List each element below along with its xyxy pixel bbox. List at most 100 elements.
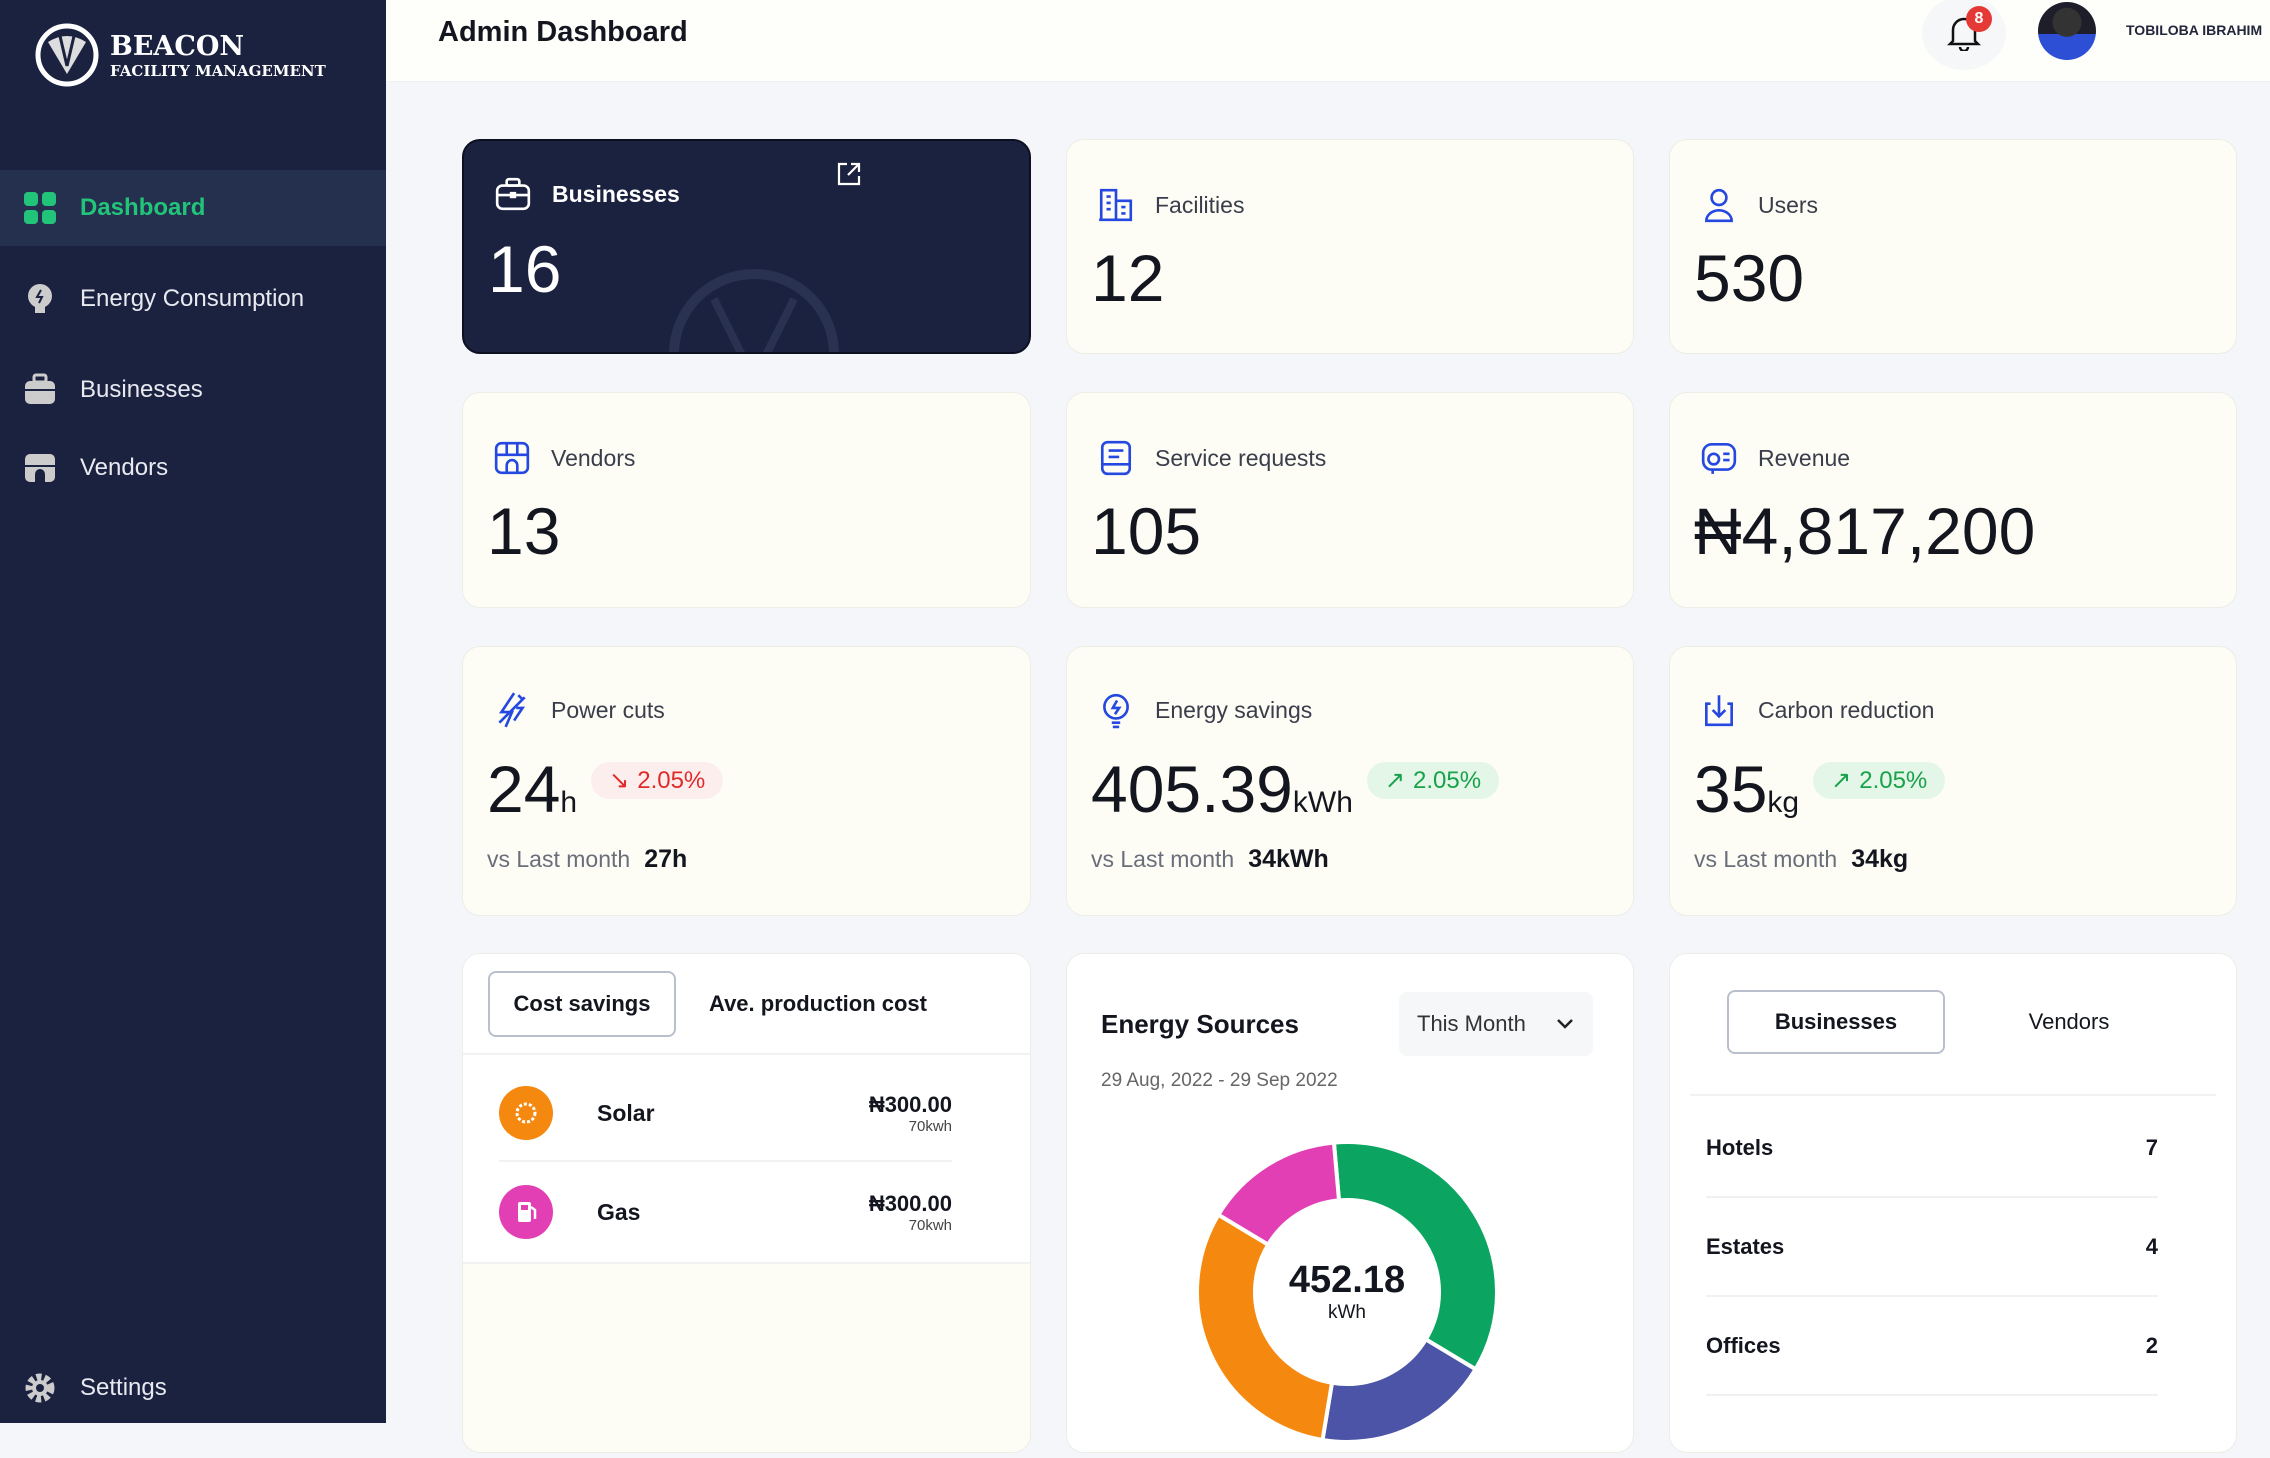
building-icon — [1099, 188, 1133, 222]
metric-number: 35 — [1694, 752, 1768, 826]
metric-value: 24h ↘ 2.05% — [487, 751, 724, 827]
metric-label: Energy savings — [1097, 691, 1312, 729]
metric-label: Carbon reduction — [1700, 691, 1934, 729]
comparison-value: 34kg — [1851, 845, 1909, 873]
avatar[interactable] — [2038, 2, 2096, 60]
energy-sources-panel: Energy Sources This Month 29 Aug, 2022 -… — [1066, 953, 1634, 1453]
category-count: 4 — [2145, 1234, 2158, 1259]
external-link-icon[interactable] — [834, 159, 864, 189]
chevron-down-icon — [1557, 1019, 1573, 1029]
notifications-button[interactable]: 8 — [1922, 0, 2006, 70]
service-request-icon — [1100, 440, 1132, 476]
stat-card-users[interactable]: Users 530 — [1669, 139, 2237, 354]
revenue-icon — [1701, 442, 1737, 474]
sidebar-item-energy-consumption[interactable]: Energy Consumption — [0, 261, 386, 337]
comparison-label: vs Last month — [1091, 846, 1235, 872]
stat-label-text: Users — [1758, 191, 1819, 218]
metric-label-text: Carbon reduction — [1758, 696, 1935, 723]
sidebar-item-label: Businesses — [80, 376, 203, 403]
stat-label: Vendors — [493, 439, 635, 477]
list-item-offices[interactable]: Offices 2 — [1706, 1298, 2158, 1396]
stat-label-text: Revenue — [1758, 444, 1851, 471]
briefcase-icon — [495, 177, 531, 211]
sidebar-item-dashboard[interactable]: Dashboard — [0, 170, 386, 246]
metric-unit: h — [560, 786, 578, 819]
list-item-gas: Gas ₦300.00 70kwh — [499, 1164, 952, 1260]
list-item-hotels[interactable]: Hotels 7 — [1706, 1100, 2158, 1198]
store-icon — [494, 441, 530, 475]
metric-card-carbon-reduction: Carbon reduction 35kg ↗ 2.05% vs Last mont… — [1669, 646, 2237, 916]
gear-icon — [25, 1373, 55, 1403]
bulb-icon — [1103, 693, 1129, 729]
brand-subtitle: FACILITY MANAGEMENT — [110, 61, 326, 80]
stat-value: 16 — [488, 232, 562, 306]
source-name: Solar — [597, 1099, 655, 1126]
sidebar-item-label: Dashboard — [80, 194, 206, 221]
change-value: 2.05% — [1859, 766, 1928, 794]
stat-value: 105 — [1091, 494, 1202, 568]
notification-count-badge: 8 — [1966, 6, 1992, 32]
metric-value: 35kg ↗ 2.05% — [1694, 751, 1946, 827]
sidebar-item-businesses[interactable]: Businesses — [0, 352, 386, 428]
stat-label: Users — [1700, 186, 1818, 224]
metric-number: 405.39 — [1091, 752, 1293, 826]
source-kwh: 70kwh — [908, 1216, 952, 1234]
top-header: Admin Dashboard 8 TOBILOBA IBRAHIM — [386, 0, 2270, 82]
power-cut-icon — [498, 692, 526, 728]
category-count: 7 — [2145, 1135, 2158, 1160]
comparison: vs Last month 34kWh — [1091, 845, 1329, 874]
change-value: 2.05% — [637, 766, 706, 794]
list-item-estates[interactable]: Estates 4 — [1706, 1199, 2158, 1297]
page-title: Admin Dashboard — [438, 16, 688, 48]
sidebar-item-label: Vendors — [80, 454, 169, 481]
stat-label: Revenue — [1700, 439, 1850, 477]
briefcase-icon — [25, 373, 55, 404]
comparison-label: vs Last month — [1694, 846, 1838, 872]
beacon-logo-icon — [35, 23, 99, 87]
sidebar-item-settings[interactable]: Settings — [0, 1350, 386, 1426]
grid-icon — [24, 192, 56, 224]
source-kwh: 70kwh — [908, 1117, 952, 1135]
comparison-value: 34kWh — [1248, 845, 1329, 873]
stat-value: 12 — [1091, 241, 1165, 315]
list-item-solar: Solar ₦300.00 70kwh — [499, 1066, 952, 1162]
gas-pump-icon — [499, 1185, 553, 1239]
donut-slice-2 — [1195, 1211, 1335, 1443]
tab-ave-production-cost[interactable]: Ave. production cost — [698, 971, 938, 1037]
change-badge: ↘ 2.05% — [591, 762, 724, 800]
tab-cost-savings[interactable]: Cost savings — [488, 971, 676, 1037]
stat-card-facilities[interactable]: Facilities 12 — [1066, 139, 1634, 354]
donut-slice-0 — [1331, 1140, 1499, 1373]
period-select[interactable]: This Month — [1399, 992, 1593, 1056]
user-name[interactable]: TOBILOBA IBRAHIM — [2126, 22, 2262, 38]
period-value: This Month — [1417, 1011, 1526, 1036]
comparison-label: vs Last month — [487, 846, 631, 872]
category-count: 2 — [2145, 1333, 2158, 1358]
metric-label-text: Power cuts — [551, 696, 665, 723]
metric-card-energy-savings: Energy savings 405.39kWh ↗ 2.05% vs Last m… — [1066, 646, 1634, 916]
stat-label: Businesses — [494, 175, 680, 213]
download-icon — [1705, 695, 1733, 727]
stat-label-text: Service requests — [1155, 444, 1327, 471]
stat-card-vendors[interactable]: Vendors 13 — [462, 392, 1031, 608]
comparison: vs Last month 34kg — [1694, 845, 1908, 874]
stat-label-text: Vendors — [551, 444, 636, 471]
change-badge: ↗ 2.05% — [1813, 762, 1946, 800]
stat-label-text: Businesses — [552, 180, 680, 207]
donut-slice-1 — [1320, 1336, 1479, 1444]
user-icon — [1705, 188, 1733, 223]
metric-number: 24 — [487, 752, 561, 826]
tab-vendors[interactable]: Vendors — [1960, 990, 2178, 1054]
stat-card-revenue[interactable]: Revenue ₦4,817,200 — [1669, 392, 2237, 608]
metric-card-power-cuts: Power cuts 24h ↘ 2.05% vs Last month 27h — [462, 646, 1031, 916]
tab-businesses[interactable]: Businesses — [1727, 990, 1945, 1054]
sidebar: BEACON FACILITY MANAGEMENT Dashboard Ener… — [0, 0, 386, 1423]
source-name: Gas — [597, 1198, 641, 1225]
stat-card-businesses[interactable]: Businesses 16 — [462, 139, 1031, 354]
category-label: Offices — [1706, 1333, 1781, 1358]
bulb-icon — [28, 284, 52, 313]
metric-value: 405.39kWh ↗ 2.05% — [1091, 751, 1500, 827]
stat-card-service-requests[interactable]: Service requests 105 — [1066, 392, 1634, 608]
sidebar-item-label: Energy Consumption — [80, 285, 305, 312]
sidebar-item-vendors[interactable]: Vendors — [0, 430, 386, 506]
